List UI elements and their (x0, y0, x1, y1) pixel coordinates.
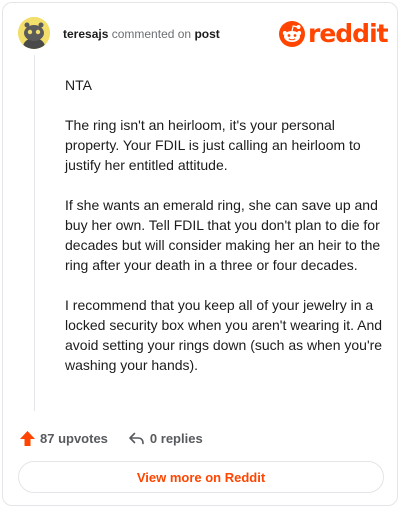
upvote-button[interactable]: 87 upvotes (19, 430, 108, 447)
reply-count: 0 replies (149, 430, 203, 446)
comment-actions: 87 upvotes 0 replies (19, 427, 203, 449)
comment-header: teresajs commented on post reddit (3, 3, 397, 63)
user-avatar[interactable] (18, 17, 50, 49)
reddit-snoo-icon (279, 21, 305, 47)
username-link[interactable]: teresajs (63, 27, 108, 41)
comment-body: NTA The ring isn't an heirloom, it's you… (65, 75, 383, 395)
reddit-wordmark: reddit (308, 19, 389, 48)
reply-arrow-icon (129, 432, 144, 444)
post-link[interactable]: post (194, 27, 219, 41)
upvote-arrow-icon (20, 430, 35, 446)
byline-action-text: commented on (111, 27, 192, 41)
comment-paragraph: NTA (65, 77, 92, 93)
view-more-button[interactable]: View more on Reddit (18, 461, 384, 493)
snoo-avatar-icon (18, 17, 50, 49)
thread-line (34, 55, 35, 411)
comment-paragraph: The ring isn't an heirloom, it's your pe… (65, 117, 361, 173)
upvote-count: 87 upvotes (40, 430, 108, 446)
comment-card: teresajs commented on post reddit NTA Th… (2, 2, 398, 506)
comment-paragraph: If she wants an emerald ring, she can sa… (65, 197, 381, 273)
reply-button[interactable]: 0 replies (128, 430, 203, 447)
reddit-logo[interactable]: reddit (279, 19, 389, 49)
comment-paragraph: I recommend that you keep all of your je… (65, 297, 383, 373)
comment-byline: teresajs commented on post (63, 27, 220, 41)
